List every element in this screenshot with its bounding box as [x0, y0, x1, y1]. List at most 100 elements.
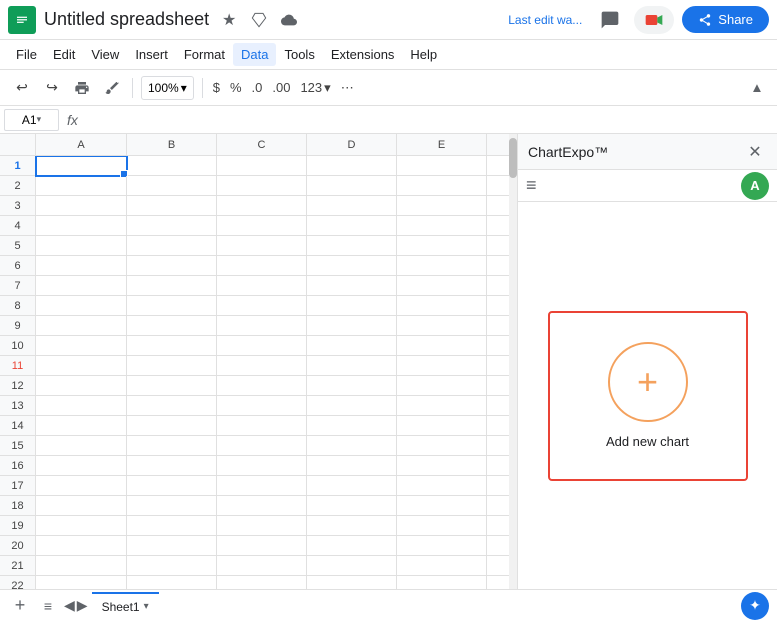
list-item[interactable] — [36, 516, 127, 536]
list-item[interactable] — [127, 476, 217, 496]
decimal2-button[interactable]: .00 — [268, 74, 294, 102]
list-item[interactable] — [127, 256, 217, 276]
col-header-d[interactable]: D — [307, 134, 397, 156]
panel-menu-icon[interactable]: ≡ — [526, 175, 537, 196]
list-item[interactable] — [36, 436, 127, 456]
cell-reference[interactable]: A1 ▾ — [4, 109, 59, 131]
list-item[interactable] — [127, 416, 217, 436]
vertical-scrollbar[interactable] — [509, 134, 517, 589]
list-item[interactable] — [127, 516, 217, 536]
list-item[interactable] — [217, 576, 307, 589]
list-item[interactable] — [307, 236, 397, 256]
col-header-c[interactable]: C — [217, 134, 307, 156]
list-item[interactable] — [127, 216, 217, 236]
list-item[interactable] — [36, 316, 127, 336]
list-item[interactable] — [36, 236, 127, 256]
list-item[interactable] — [127, 176, 217, 196]
list-item[interactable] — [217, 176, 307, 196]
scrollbar-thumb[interactable] — [509, 138, 517, 178]
decimal1-button[interactable]: .0 — [248, 74, 267, 102]
list-item[interactable] — [217, 436, 307, 456]
list-item[interactable] — [397, 236, 487, 256]
list-item[interactable] — [127, 356, 217, 376]
list-item[interactable] — [36, 156, 127, 176]
list-item[interactable] — [217, 336, 307, 356]
menu-edit[interactable]: Edit — [45, 43, 83, 66]
list-item[interactable] — [127, 316, 217, 336]
list-item[interactable] — [36, 396, 127, 416]
list-item[interactable] — [217, 516, 307, 536]
zoom-control[interactable]: 100% ▾ — [141, 76, 194, 100]
list-item[interactable] — [307, 556, 397, 576]
list-item[interactable] — [217, 316, 307, 336]
formula-input[interactable] — [86, 109, 773, 131]
list-item[interactable] — [36, 536, 127, 556]
menu-data[interactable]: Data — [233, 43, 276, 66]
comments-button[interactable] — [594, 4, 626, 36]
add-chart-card[interactable]: + Add new chart — [548, 311, 748, 481]
list-item[interactable] — [397, 556, 487, 576]
list-item[interactable] — [127, 156, 217, 176]
list-item[interactable] — [127, 376, 217, 396]
list-item[interactable] — [307, 576, 397, 589]
list-item[interactable] — [397, 456, 487, 476]
list-item[interactable] — [307, 316, 397, 336]
list-item[interactable] — [217, 536, 307, 556]
redo-button[interactable]: ↪ — [38, 74, 66, 102]
col-header-a[interactable]: A — [36, 134, 127, 156]
list-item[interactable] — [397, 296, 487, 316]
list-item[interactable] — [127, 456, 217, 476]
list-item[interactable] — [217, 156, 307, 176]
list-item[interactable] — [397, 336, 487, 356]
list-item[interactable] — [36, 256, 127, 276]
list-item[interactable] — [397, 276, 487, 296]
list-item[interactable] — [397, 216, 487, 236]
list-item[interactable] — [307, 436, 397, 456]
list-item[interactable] — [127, 496, 217, 516]
list-item[interactable] — [217, 416, 307, 436]
list-item[interactable] — [397, 316, 487, 336]
list-item[interactable] — [217, 356, 307, 376]
list-item[interactable] — [307, 336, 397, 356]
list-item[interactable] — [307, 496, 397, 516]
list-item[interactable] — [397, 536, 487, 556]
menu-insert[interactable]: Insert — [127, 43, 176, 66]
more-options-button[interactable]: ⋯ — [337, 74, 358, 102]
list-item[interactable] — [307, 456, 397, 476]
star-icon[interactable]: ★ — [217, 8, 241, 32]
list-item[interactable] — [127, 276, 217, 296]
list-item[interactable] — [307, 396, 397, 416]
list-item[interactable] — [217, 376, 307, 396]
menu-extensions[interactable]: Extensions — [323, 43, 403, 66]
list-item[interactable] — [397, 436, 487, 456]
list-item[interactable] — [217, 456, 307, 476]
list-item[interactable] — [307, 476, 397, 496]
list-item[interactable] — [127, 396, 217, 416]
meet-button[interactable] — [634, 6, 674, 34]
print-button[interactable] — [68, 74, 96, 102]
list-item[interactable] — [36, 556, 127, 576]
list-item[interactable] — [217, 196, 307, 216]
list-item[interactable] — [307, 256, 397, 276]
list-item[interactable] — [36, 196, 127, 216]
percent-button[interactable]: % — [226, 74, 246, 102]
scroll-left-icon[interactable]: ◀ — [64, 597, 75, 614]
list-item[interactable] — [397, 196, 487, 216]
sheet-list-button[interactable]: ≡ — [36, 594, 60, 618]
last-edit-link[interactable]: Last edit wa... — [508, 13, 582, 27]
list-item[interactable] — [307, 416, 397, 436]
add-sheet-button[interactable]: + — [8, 594, 32, 618]
drive-icon[interactable] — [247, 8, 271, 32]
list-item[interactable] — [397, 516, 487, 536]
list-item[interactable] — [217, 216, 307, 236]
list-item[interactable] — [217, 556, 307, 576]
menu-file[interactable]: File — [8, 43, 45, 66]
list-item[interactable] — [36, 416, 127, 436]
list-item[interactable] — [36, 476, 127, 496]
currency-button[interactable]: $ — [209, 74, 224, 102]
list-item[interactable] — [36, 376, 127, 396]
list-item[interactable] — [36, 296, 127, 316]
list-item[interactable] — [307, 536, 397, 556]
list-item[interactable] — [217, 396, 307, 416]
cloud-save-icon[interactable] — [277, 8, 301, 32]
